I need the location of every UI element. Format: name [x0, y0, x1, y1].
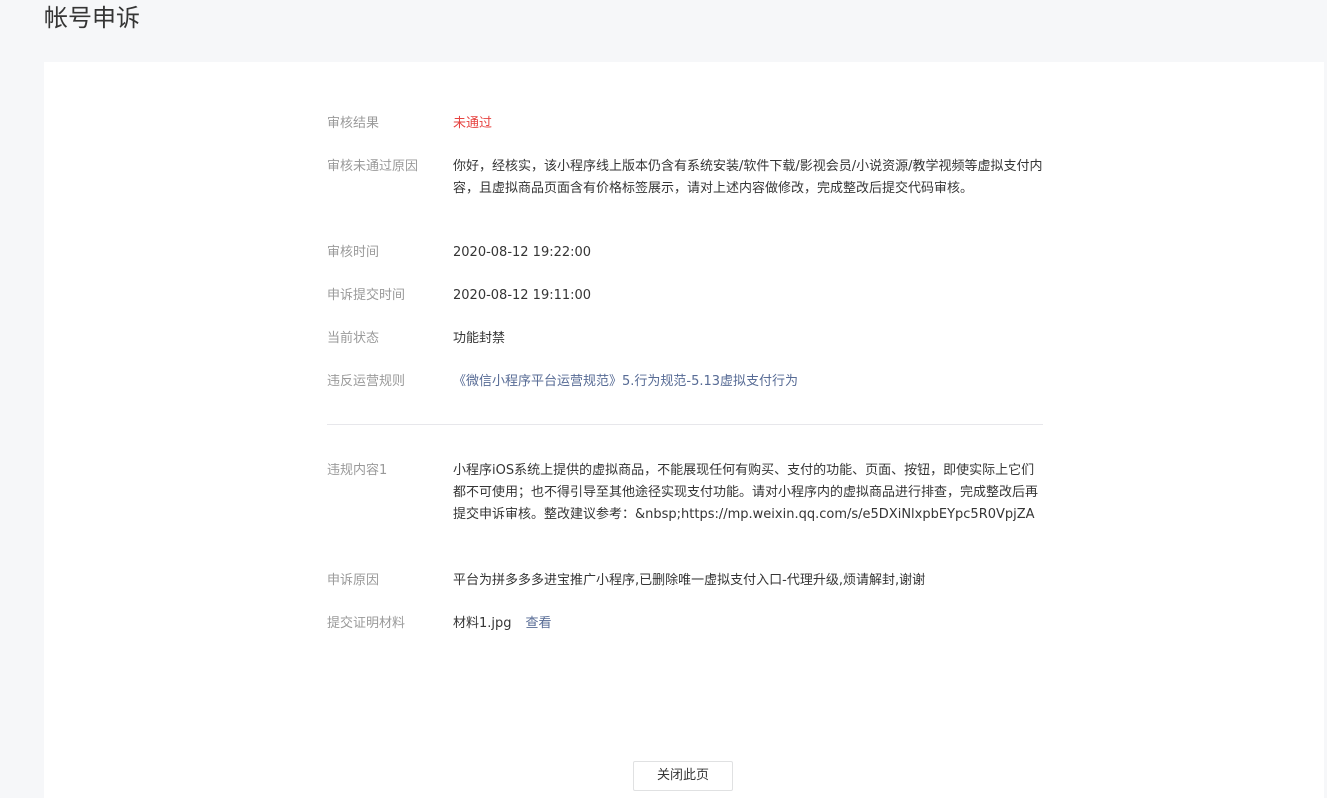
violated-rule-link[interactable]: 《微信小程序平台运营规范》5.行为规范-5.13虚拟支付行为: [453, 371, 1043, 393]
section-divider: [327, 424, 1043, 425]
review-reason-label: 审核未通过原因: [327, 159, 419, 174]
evidence-value: 材料1.jpg 查看: [453, 613, 1043, 635]
review-time-value: 2020-08-12 19:22:00: [453, 245, 592, 260]
current-status-value: 功能封禁: [453, 331, 506, 346]
review-reason-value: 你好，经核实，该小程序线上版本仍含有系统安装/软件下载/影视会员/小说资源/教学…: [453, 159, 1043, 196]
close-page-button[interactable]: 关闭此页: [633, 761, 733, 791]
violated-rule-label: 违反运营规则: [327, 374, 406, 389]
violation-content-value: 小程序iOS系统上提供的虚拟商品，不能展现任何有购买、支付的功能、页面、按钮，即…: [453, 463, 1039, 522]
appeal-reason-label: 申诉原因: [327, 573, 380, 588]
appeal-submit-time-label: 申诉提交时间: [327, 288, 406, 303]
evidence-filename: 材料1.jpg: [453, 616, 512, 631]
evidence-view-link[interactable]: 查看: [526, 616, 552, 631]
evidence-label: 提交证明材料: [327, 616, 406, 631]
page-title: 帐号申诉: [44, 4, 140, 32]
appeal-submit-time-value: 2020-08-12 19:11:00: [453, 288, 592, 303]
review-result-value: 未通过: [453, 116, 493, 131]
appeal-detail-card: 审核结果 未通过 审核未通过原因 你好，经核实，该小程序线上版本仍含有系统安装/…: [44, 62, 1324, 798]
current-status-label: 当前状态: [327, 331, 380, 346]
review-result-label: 审核结果: [327, 116, 380, 131]
appeal-reason-value: 平台为拼多多多进宝推广小程序,已删除唯一虚拟支付入口-代理升级,烦请解封,谢谢: [453, 573, 926, 588]
violation-content-label: 违规内容1: [327, 463, 388, 478]
review-time-label: 审核时间: [327, 245, 380, 260]
